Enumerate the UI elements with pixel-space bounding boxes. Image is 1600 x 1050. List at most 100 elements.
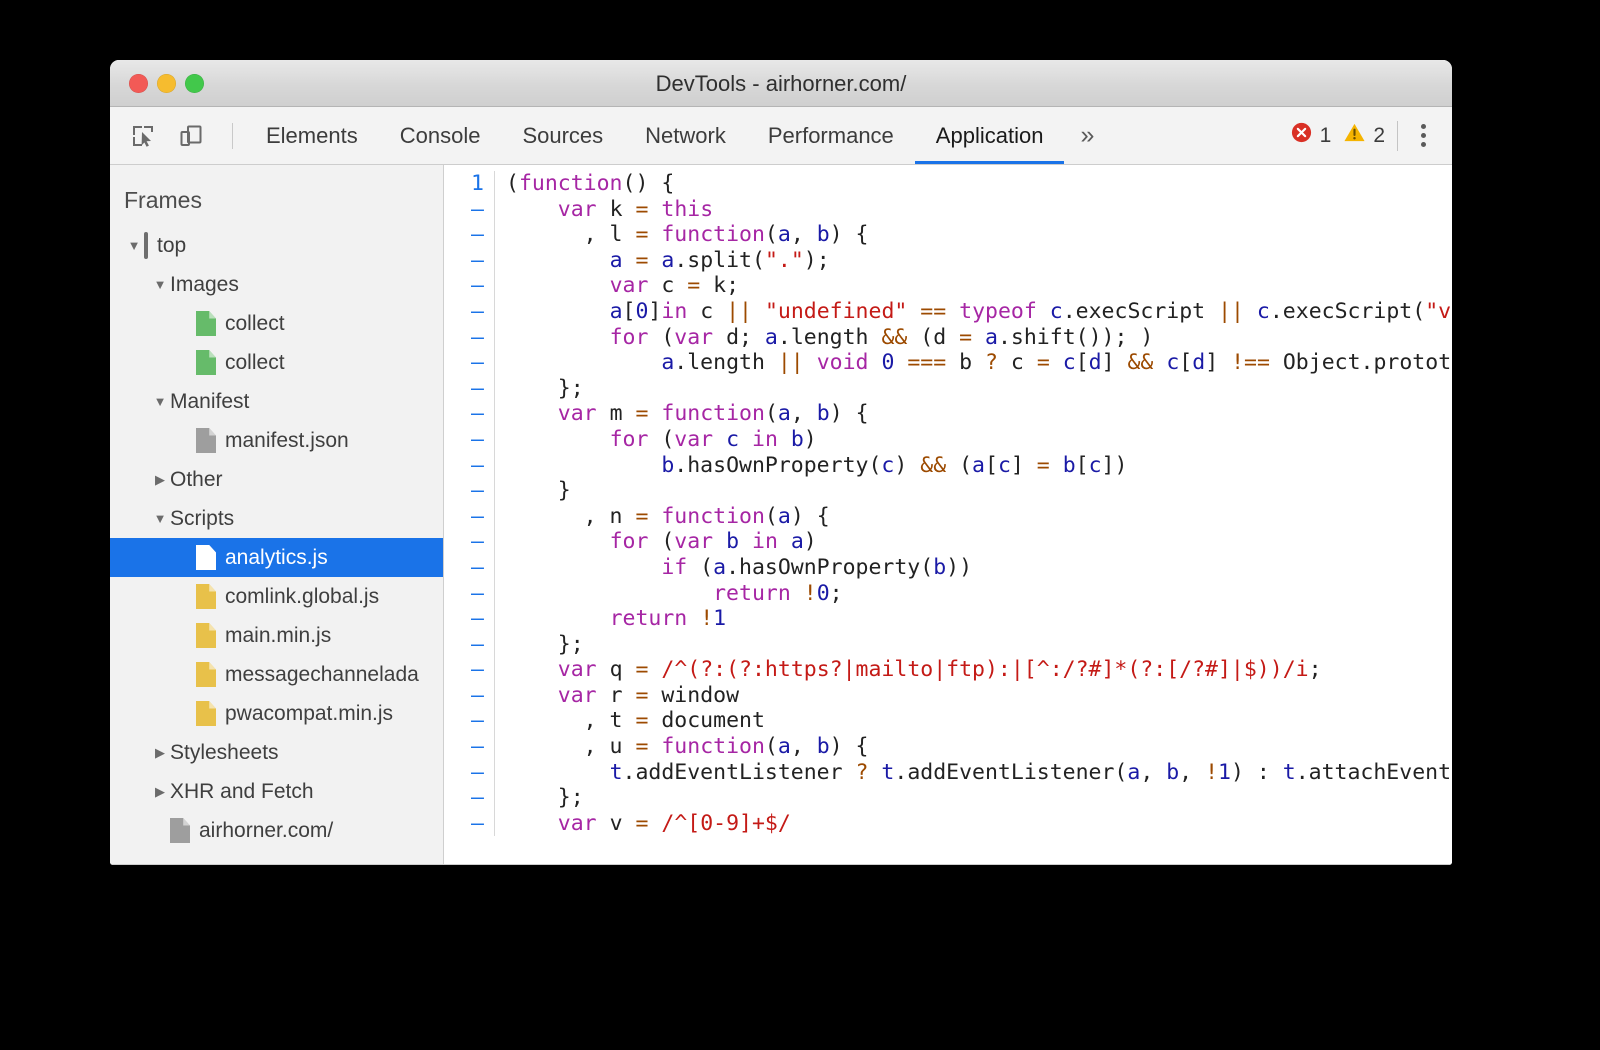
line-number[interactable]: – [444,632,494,658]
frames-sidebar[interactable]: Frames ▼top▼Images collect collect▼Manif… [110,165,444,864]
tab-performance[interactable]: Performance [747,107,915,164]
code-text[interactable]: return !0; [506,581,1452,607]
line-number[interactable]: – [444,197,494,223]
code-text[interactable]: }; [506,376,1452,402]
device-toolbar-icon[interactable] [174,119,208,153]
line-number[interactable]: – [444,606,494,632]
tree-item[interactable]: manifest.json [110,421,443,460]
code-text[interactable]: , l = function(a, b) { [506,222,1452,248]
tree-item[interactable]: ▶Other [110,460,443,499]
warning-counter[interactable]: 2 [1343,121,1385,150]
code-text[interactable]: var v = /^[0-9]+$/ [506,811,1452,837]
code-text[interactable]: a = a.split("."); [506,248,1452,274]
tree-item[interactable]: ▶XHR and Fetch [110,772,443,811]
code-line: – var r = window [444,683,1452,709]
code-text[interactable]: t.addEventListener ? t.addEventListener(… [506,760,1452,786]
line-number[interactable]: 1 [444,171,494,197]
code-text[interactable]: var r = window [506,683,1452,709]
toolbar-divider [232,123,233,149]
code-text[interactable]: , n = function(a) { [506,504,1452,530]
line-number[interactable]: – [444,529,494,555]
line-number[interactable]: – [444,350,494,376]
inspect-element-icon[interactable] [126,119,160,153]
line-number[interactable]: – [444,273,494,299]
tree-item[interactable]: collect [110,304,443,343]
chevron-right-icon[interactable]: ▶ [150,473,170,486]
code-text[interactable]: a[0]in c || "undefined" == typeof c.exec… [506,299,1452,325]
line-number[interactable]: – [444,683,494,709]
line-number[interactable]: – [444,811,494,837]
tree-item[interactable]: ▼Images [110,265,443,304]
line-number[interactable]: – [444,581,494,607]
more-tabs-icon[interactable]: » [1064,107,1110,164]
line-number[interactable]: – [444,248,494,274]
line-number[interactable]: – [444,555,494,581]
code-line: – var q = /^(?:(?:https?|mailto|ftp):|[^… [444,657,1452,683]
line-number[interactable]: – [444,785,494,811]
code-line: – a = a.split("."); [444,248,1452,274]
code-text[interactable]: if (a.hasOwnProperty(b)) [506,555,1452,581]
tree-item[interactable]: ▼Manifest [110,382,443,421]
code-line: – a[0]in c || "undefined" == typeof c.ex… [444,299,1452,325]
code-text[interactable]: , t = document [506,708,1452,734]
code-text[interactable]: var c = k; [506,273,1452,299]
line-number[interactable]: – [444,376,494,402]
code-text[interactable]: }; [506,785,1452,811]
code-text[interactable]: (function() { [506,171,1452,197]
tab-elements[interactable]: Elements [245,107,379,164]
code-text[interactable]: for (var b in a) [506,529,1452,555]
tree-item[interactable]: ▼top [110,226,443,265]
error-counter[interactable]: 1 [1290,121,1332,150]
line-number[interactable]: – [444,734,494,760]
line-number[interactable]: – [444,478,494,504]
tree-item[interactable]: collect [110,343,443,382]
chevron-down-icon[interactable]: ▼ [150,278,170,291]
tree-item[interactable]: comlink.global.js [110,577,443,616]
tab-console[interactable]: Console [379,107,502,164]
chevron-right-icon[interactable]: ▶ [150,746,170,759]
tab-application[interactable]: Application [915,107,1065,164]
code-text[interactable]: return !1 [506,606,1452,632]
tree-item[interactable]: ▶Stylesheets [110,733,443,772]
code-text[interactable]: } [506,478,1452,504]
chevron-down-icon[interactable]: ▼ [150,512,170,525]
chevron-right-icon[interactable]: ▶ [150,785,170,798]
code-scroll-area[interactable]: 1(function() {– var k = this– , l = func… [444,165,1452,864]
code-line: – for (var c in b) [444,427,1452,453]
tab-network[interactable]: Network [624,107,747,164]
tree-item[interactable]: airhorner.com/ [110,811,443,850]
code-text[interactable]: , u = function(a, b) { [506,734,1452,760]
tree-item[interactable]: ▼Scripts [110,499,443,538]
source-code-panel[interactable]: 1(function() {– var k = this– , l = func… [444,165,1452,864]
tree-item[interactable]: pwacompat.min.js [110,694,443,733]
tree-item[interactable]: analytics.js [110,538,443,577]
line-number[interactable]: – [444,504,494,530]
code-text[interactable]: for (var d; a.length && (d = a.shift());… [506,325,1452,351]
code-text[interactable]: var q = /^(?:(?:https?|mailto|ftp):|[^:/… [506,657,1452,683]
line-number[interactable]: – [444,427,494,453]
code-text[interactable]: a.length || void 0 === b ? c = c[d] && c… [506,350,1452,376]
code-line: – var v = /^[0-9]+$/ [444,811,1452,837]
line-number[interactable]: – [444,708,494,734]
code-text[interactable]: var k = this [506,197,1452,223]
code-text[interactable]: }; [506,632,1452,658]
line-number[interactable]: – [444,401,494,427]
tree-item[interactable]: messagechannelada [110,655,443,694]
code-text[interactable]: b.hasOwnProperty(c) && (a[c] = b[c]) [506,453,1452,479]
line-number[interactable]: – [444,299,494,325]
line-number[interactable]: – [444,760,494,786]
chevron-down-icon[interactable]: ▼ [150,395,170,408]
chevron-down-icon[interactable]: ▼ [124,239,144,252]
line-number[interactable]: – [444,222,494,248]
tree-item[interactable]: main.min.js [110,616,443,655]
devtools-body: Frames ▼top▼Images collect collect▼Manif… [110,165,1452,864]
line-number[interactable]: – [444,657,494,683]
line-number[interactable]: – [444,453,494,479]
gutter-separator [494,683,495,709]
code-text[interactable]: for (var c in b) [506,427,1452,453]
more-options-icon[interactable] [1408,124,1438,147]
tab-label: Network [645,123,726,149]
code-text[interactable]: var m = function(a, b) { [506,401,1452,427]
line-number[interactable]: – [444,325,494,351]
tab-sources[interactable]: Sources [501,107,624,164]
